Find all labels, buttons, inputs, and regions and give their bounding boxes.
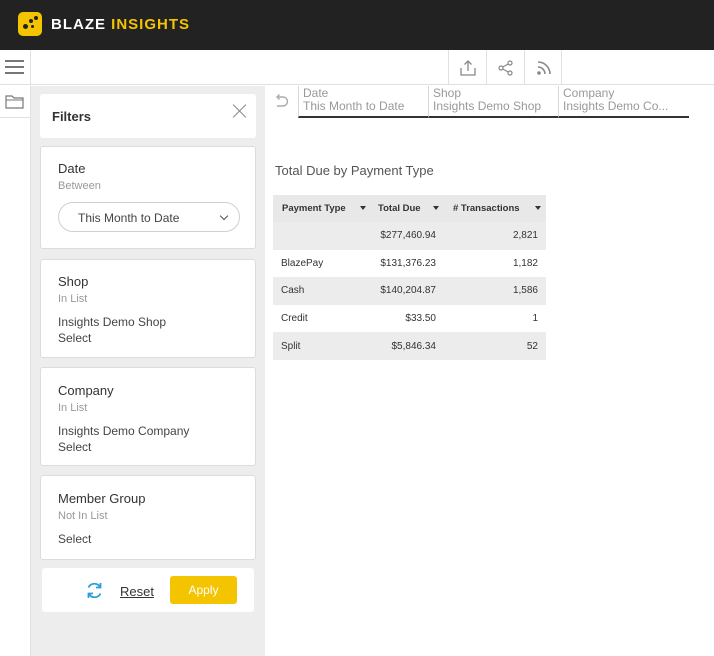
column-header-label: Total Due [378, 203, 421, 214]
filter-value: Insights Demo Shop [58, 315, 167, 329]
export-button[interactable] [448, 50, 486, 85]
chip-label: Shop [433, 86, 462, 100]
filter-chip-company[interactable]: Company Insights Demo Co... [558, 86, 689, 118]
app-header: BLAZE INSIGHTS [0, 0, 714, 50]
share-button[interactable] [486, 50, 524, 85]
cell-transactions: 1,182 [444, 249, 546, 278]
filter-card-company: Company In List Insights Demo Company Se… [40, 367, 256, 466]
reset-link[interactable]: Reset [120, 584, 154, 599]
apply-button[interactable]: Apply [170, 576, 237, 604]
share-icon [498, 60, 513, 76]
filter-value: Insights Demo Company [58, 424, 190, 438]
export-icon [460, 60, 476, 76]
chip-label: Date [303, 86, 329, 100]
brand-word-2: INSIGHTS [111, 16, 191, 33]
column-header-total-due[interactable]: Total Due [371, 195, 444, 222]
cell-payment-type: Cash [273, 277, 371, 305]
filter-select-link[interactable]: Select [58, 440, 91, 454]
cell-total-due: $131,376.23 [371, 249, 444, 278]
menu-icon[interactable] [0, 50, 31, 85]
brand-word-1: BLAZE [51, 16, 106, 33]
sort-arrow-icon[interactable] [535, 206, 541, 210]
left-rail [0, 86, 31, 656]
dropdown-value: This Month to Date [78, 211, 180, 225]
cell-transactions: 1,586 [444, 277, 546, 305]
cell-total-due: $277,460.94 [371, 222, 444, 250]
column-header-transactions[interactable]: # Transactions [444, 195, 546, 222]
filter-title: Shop [58, 274, 89, 289]
brand-name: BLAZE INSIGHTS [51, 16, 190, 33]
table-row[interactable]: Split $5,846.34 52 [273, 332, 546, 360]
rss-feed-icon [537, 61, 551, 75]
cell-transactions: 1 [444, 304, 546, 333]
sort-arrow-icon[interactable] [433, 206, 439, 210]
close-icon[interactable] [232, 103, 248, 119]
refresh-icon[interactable] [85, 581, 104, 600]
cell-transactions: 2,821 [444, 222, 546, 250]
filter-chip-shop[interactable]: Shop Insights Demo Shop [428, 86, 558, 118]
filter-card-shop: Shop In List Insights Demo Shop Select [40, 259, 256, 358]
filter-operator[interactable]: In List [58, 402, 87, 414]
filter-select-link[interactable]: Select [58, 331, 91, 345]
filter-actions: Reset Apply [42, 568, 254, 612]
column-header-payment-type[interactable]: Payment Type [273, 195, 371, 222]
chip-value: This Month to Date [303, 99, 405, 113]
cell-payment-type [273, 222, 371, 250]
filter-operator[interactable]: Between [58, 180, 101, 192]
report-title: Total Due by Payment Type [275, 163, 434, 178]
cell-payment-type: Credit [273, 304, 371, 333]
undo-icon[interactable] [272, 93, 290, 109]
blaze-logo-icon [18, 12, 42, 36]
filter-operator[interactable]: In List [58, 293, 87, 305]
report-table: Payment Type Total Due # Transactions $2… [273, 195, 546, 360]
table-row[interactable]: Cash $140,204.87 1,586 [273, 277, 546, 305]
filter-panel: Filters Date Between This Month to Date … [31, 86, 265, 656]
cell-payment-type: BlazePay [273, 249, 371, 278]
filter-card-member-group: Member Group Not In List Select [40, 475, 256, 560]
chip-value: Insights Demo Co... [563, 99, 669, 113]
filter-title: Member Group [58, 491, 146, 506]
table-row[interactable]: BlazePay $131,376.23 1,182 [273, 249, 546, 278]
filters-title: Filters [52, 109, 92, 124]
chip-label: Company [563, 86, 615, 100]
date-range-dropdown[interactable]: This Month to Date [58, 202, 240, 232]
cell-total-due: $5,846.34 [371, 332, 444, 360]
chip-value: Insights Demo Shop [433, 99, 542, 113]
table-total-row: $277,460.94 2,821 [273, 222, 546, 250]
filter-operator[interactable]: Not In List [58, 510, 108, 522]
folder-icon[interactable] [5, 92, 25, 110]
filter-title: Date [58, 161, 86, 176]
filter-title: Company [58, 383, 114, 398]
cell-transactions: 52 [444, 332, 546, 360]
filter-card-date: Date Between This Month to Date [40, 146, 256, 249]
cell-total-due: $140,204.87 [371, 277, 444, 305]
column-header-label: # Transactions [453, 203, 520, 214]
chevron-down-icon [219, 211, 229, 221]
sort-arrow-icon[interactable] [360, 206, 366, 210]
filter-chip-date[interactable]: Date This Month to Date [298, 86, 428, 118]
table-row[interactable]: Credit $33.50 1 [273, 304, 546, 333]
toolbar [0, 50, 714, 85]
column-header-label: Payment Type [282, 203, 346, 214]
filter-select-link[interactable]: Select [58, 532, 91, 546]
filters-header: Filters [40, 94, 256, 138]
cell-payment-type: Split [273, 332, 371, 360]
rss-feed-button[interactable] [524, 50, 562, 85]
cell-total-due: $33.50 [371, 304, 444, 333]
